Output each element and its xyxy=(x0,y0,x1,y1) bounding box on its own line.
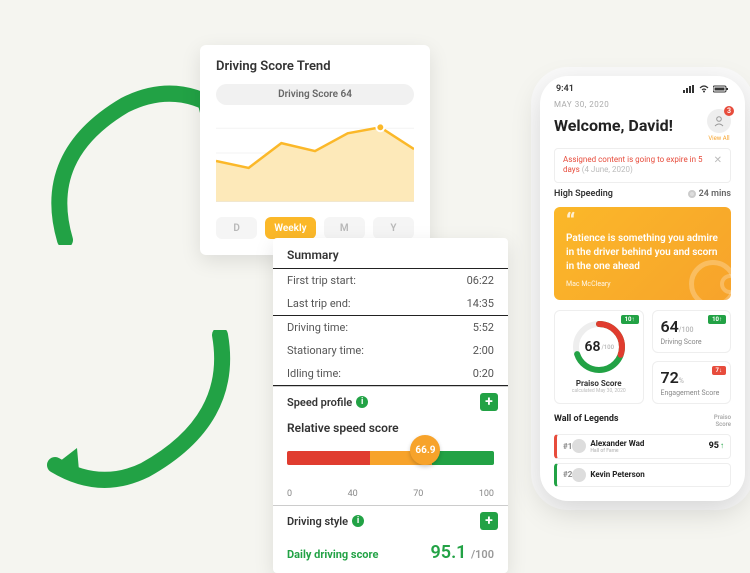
driving-style-row: Driving style i + xyxy=(273,505,508,536)
high-speeding-label: High Speeding xyxy=(554,189,613,199)
wall-col-label: PraisoScore xyxy=(714,414,731,428)
summary-row: Last trip end:14:35 xyxy=(273,292,508,315)
battery-icon xyxy=(713,85,729,93)
wifi-icon xyxy=(698,85,710,93)
relative-speed-section: Relative speed score 66.9 0 40 70 100 xyxy=(273,417,508,505)
status-icons xyxy=(683,85,729,93)
quote-icon: “ xyxy=(566,219,719,228)
tab-y[interactable]: Y xyxy=(373,217,414,239)
summary-row: Driving time:5:52 xyxy=(273,316,508,339)
engagement-label: Engagement Score xyxy=(661,389,723,397)
relative-speed-title: Relative speed score xyxy=(287,421,494,435)
avatar-button[interactable]: 3 View All xyxy=(707,109,731,142)
legend-row[interactable]: #2 Kevin Peterson xyxy=(554,463,731,487)
info-icon[interactable]: i xyxy=(356,396,368,408)
gauge-value-bubble: 66.9 xyxy=(410,435,440,465)
status-time: 9:41 xyxy=(556,84,574,94)
daily-score-value: 95.1 /100 xyxy=(431,542,495,563)
driving-badge: 10↑ xyxy=(708,315,726,324)
quote-card: “ Patience is something you admire in th… xyxy=(554,207,731,300)
summary-card: Summary First trip start:06:22 Last trip… xyxy=(273,238,508,573)
avatar-sublabel: View All xyxy=(707,135,731,142)
avatar-icon xyxy=(572,439,586,453)
signal-icon xyxy=(683,85,695,93)
driving-score-card[interactable]: 10↑ 64/100 Driving Score xyxy=(652,310,732,353)
speed-profile-row: Speed profile i + xyxy=(273,386,508,417)
tab-d[interactable]: D xyxy=(216,217,257,239)
info-icon[interactable]: i xyxy=(352,515,364,527)
wall-of-legends: Wall of Legends PraisoScore #1 Alexander… xyxy=(554,414,731,487)
trend-tabs: D Weekly M Y xyxy=(216,217,414,239)
praiso-score-card[interactable]: 10↑ 68/100 Praiso Score calculated May 3… xyxy=(554,310,644,404)
notification-badge: 3 xyxy=(724,106,734,116)
clock-icon xyxy=(688,190,696,198)
status-bar: 9:41 xyxy=(540,76,745,96)
summary-row: Idling time:0:20 xyxy=(273,362,508,385)
relative-speed-gauge: 66.9 xyxy=(287,451,494,485)
summary-row: First trip start:06:22 xyxy=(273,269,508,292)
daily-score-row: Daily driving score 95.1 /100 xyxy=(273,536,508,565)
wall-title: Wall of Legends xyxy=(554,414,619,428)
trend-chart xyxy=(216,113,414,203)
praiso-label: Praiso Score xyxy=(576,379,622,388)
trend-score-pill: Driving Score 64 xyxy=(216,84,414,105)
welcome-title: Welcome, David! xyxy=(554,116,673,135)
driving-style-label: Driving style xyxy=(287,515,348,528)
expand-speed-profile-button[interactable]: + xyxy=(480,393,498,411)
legend-row[interactable]: #1 Alexander WadHall of Fame 95↑ xyxy=(554,434,731,459)
gauge-ticks: 0 40 70 100 xyxy=(287,489,494,499)
alert-text: Assigned content is going to expire in 5… xyxy=(563,155,708,176)
avatar-icon xyxy=(572,468,586,482)
phone-mockup: 9:41 MAY 30, 2020 Welcome, David! 3 View… xyxy=(540,76,745,501)
engagement-score-card[interactable]: 7↓ 72% Engagement Score xyxy=(652,361,732,404)
summary-row: Stationary time:2:00 xyxy=(273,339,508,362)
alert-banner: Assigned content is going to expire in 5… xyxy=(554,148,731,183)
high-speeding-value: 24 mins xyxy=(699,189,731,199)
praiso-ring: 68/100 xyxy=(571,319,627,375)
expand-driving-style-button[interactable]: + xyxy=(480,512,498,530)
tab-weekly[interactable]: Weekly xyxy=(265,217,316,239)
close-icon[interactable]: ✕ xyxy=(714,155,722,166)
score-grid: 10↑ 68/100 Praiso Score calculated May 3… xyxy=(554,310,731,404)
trend-title: Driving Score Trend xyxy=(216,59,414,74)
praiso-sub: calculated May 30, 2020 xyxy=(572,388,626,394)
driving-label: Driving Score xyxy=(661,338,723,346)
summary-title: Summary xyxy=(273,238,508,268)
daily-score-label: Daily driving score xyxy=(287,548,378,561)
engagement-badge: 7↓ xyxy=(712,366,726,375)
date-label: MAY 30, 2020 xyxy=(554,100,731,109)
speed-profile-label: Speed profile xyxy=(287,396,352,409)
cycle-arrow-bottom xyxy=(35,330,235,490)
driving-score-trend-card: Driving Score Trend Driving Score 64 D W… xyxy=(200,45,430,255)
high-speeding-row: High Speeding 24 mins xyxy=(554,189,731,199)
tab-m[interactable]: M xyxy=(324,217,365,239)
